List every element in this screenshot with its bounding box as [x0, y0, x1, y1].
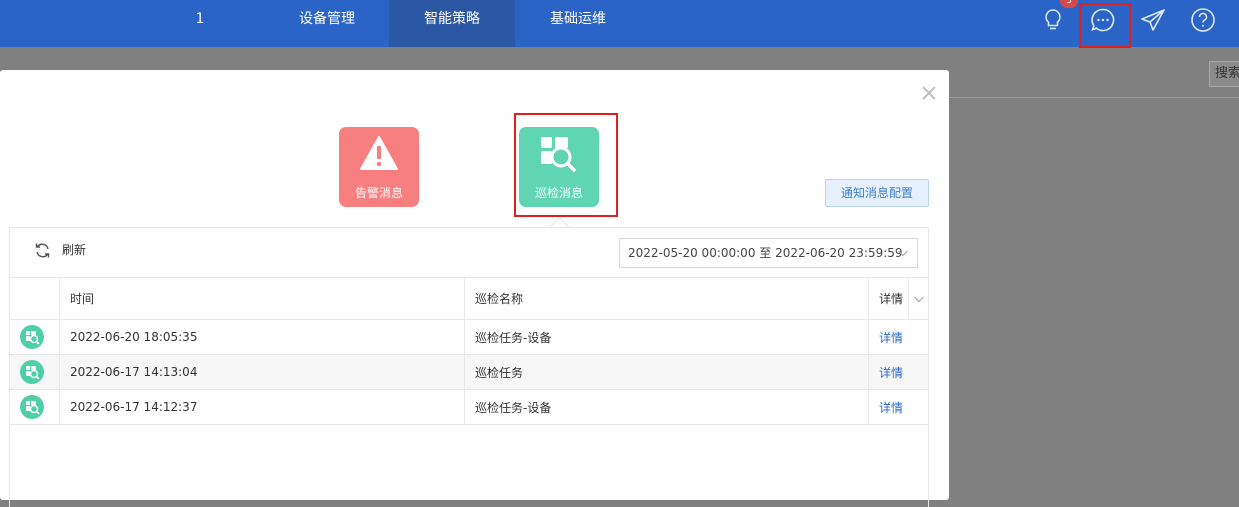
inspection-card-highlight [514, 113, 618, 217]
notification-badge: 3 [1060, 0, 1078, 8]
chat-icon-highlight [1079, 3, 1131, 48]
column-divider [464, 277, 465, 425]
header-divider [908, 278, 909, 320]
date-range-picker[interactable]: 2022-05-20 00:00:00 至 2022-06-20 23:59:5… [619, 238, 918, 268]
message-dialog: 告警消息 巡检消息 通知消息配置 刷新 2022-05-20 00:00:00 … [0, 70, 949, 507]
inspection-icon [20, 395, 44, 419]
date-range-value: 2022-05-20 00:00:00 至 2022-06-20 23:59:5… [628, 246, 903, 260]
inspection-icon [20, 325, 44, 349]
column-divider [868, 277, 869, 425]
row-type-icon-cell [20, 355, 44, 389]
help-circle-icon[interactable] [1189, 6, 1217, 34]
background-search-button[interactable]: 搜索 [1209, 61, 1239, 87]
row-detail-link[interactable]: 详情 [879, 320, 903, 354]
nav-tab-device-management[interactable]: 设备管理 [265, 0, 389, 47]
notification-config-button[interactable]: 通知消息配置 [825, 179, 929, 207]
chevron-down-icon [898, 250, 908, 257]
warning-triangle-icon [360, 136, 398, 170]
header-inspection-name: 巡检名称 [475, 292, 524, 306]
column-menu-chevron-icon[interactable] [913, 293, 925, 305]
table-row[interactable]: 2022-06-17 14:12:37 巡检任务-设备 详情 [10, 389, 928, 424]
table-row[interactable]: 2022-06-20 18:05:35 巡检任务-设备 详情 [10, 319, 928, 354]
row-time: 2022-06-20 18:05:35 [70, 330, 198, 344]
row-detail-link[interactable]: 详情 [879, 390, 903, 424]
row-inspection-name: 巡检任务 [475, 365, 524, 380]
column-divider [59, 319, 60, 425]
refresh-label: 刷新 [62, 243, 87, 257]
background-divider [948, 97, 1239, 98]
table-header-row: 时间 巡检名称 详情 [10, 277, 928, 320]
row-time: 2022-06-17 14:12:37 [70, 400, 198, 414]
header-time: 时间 [70, 292, 95, 306]
nav-tab-1[interactable]: 1 [160, 0, 240, 47]
row-detail-link[interactable]: 详情 [879, 355, 903, 389]
table-row[interactable]: 2022-06-17 14:13:04 巡检任务 详情 [10, 354, 928, 389]
refresh-icon [35, 243, 50, 258]
table-bottom-border [10, 424, 928, 425]
row-type-icon-cell [20, 320, 44, 354]
message-list-panel: 刷新 2022-05-20 00:00:00 至 2022-06-20 23:5… [9, 227, 929, 507]
row-inspection-name: 巡检任务-设备 [475, 330, 552, 345]
top-nav-bar: 1 设备管理 智能策略 基础运维 3 [0, 0, 1239, 47]
row-inspection-name: 巡检任务-设备 [475, 400, 552, 415]
alert-messages-card[interactable]: 告警消息 [339, 127, 419, 207]
lightbulb-icon[interactable] [1039, 6, 1067, 34]
row-time: 2022-06-17 14:13:04 [70, 365, 198, 379]
close-icon[interactable] [918, 82, 940, 104]
paper-plane-icon[interactable] [1139, 6, 1167, 34]
nav-tab-basic-ops[interactable]: 基础运维 [515, 0, 641, 47]
row-type-icon-cell [20, 390, 44, 424]
column-divider [59, 277, 60, 319]
inspection-icon [20, 360, 44, 384]
header-detail: 详情 [879, 292, 904, 306]
nav-tab-smart-strategy[interactable]: 智能策略 [389, 0, 515, 47]
alert-messages-label: 告警消息 [354, 186, 403, 200]
